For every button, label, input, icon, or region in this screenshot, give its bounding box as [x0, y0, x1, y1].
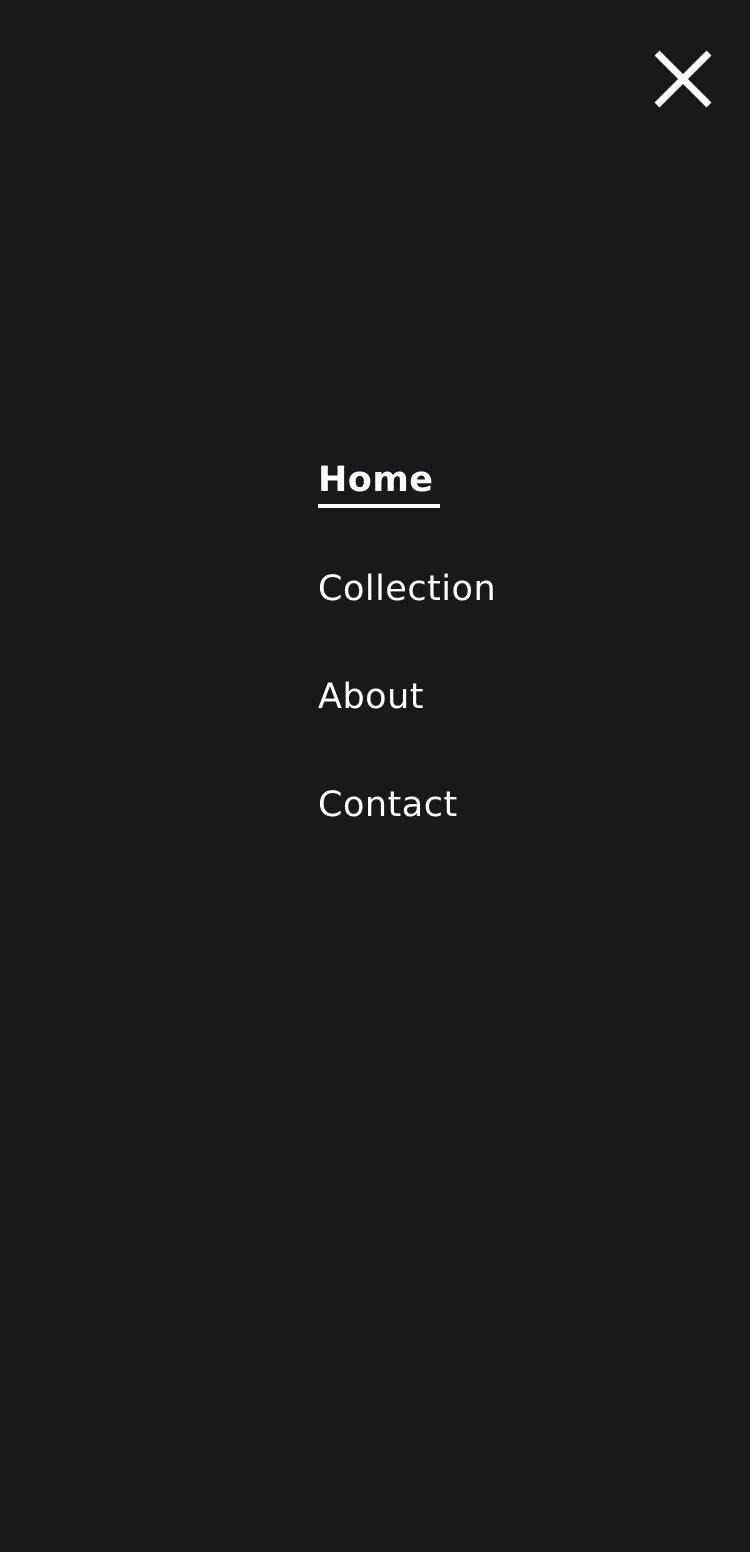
nav-item-collection: Collection	[318, 564, 496, 672]
nav-item-about: About	[318, 672, 496, 780]
nav-item-home: Home	[318, 456, 496, 564]
nav-link-home[interactable]: Home	[318, 456, 440, 508]
nav-link-contact[interactable]: Contact	[318, 780, 458, 830]
close-menu-button[interactable]	[650, 48, 714, 112]
close-icon	[654, 50, 712, 108]
nav-link-collection[interactable]: Collection	[318, 564, 496, 614]
main-nav: Home Collection About Contact	[318, 456, 496, 888]
nav-link-about[interactable]: About	[318, 672, 424, 722]
nav-item-contact: Contact	[318, 780, 496, 888]
